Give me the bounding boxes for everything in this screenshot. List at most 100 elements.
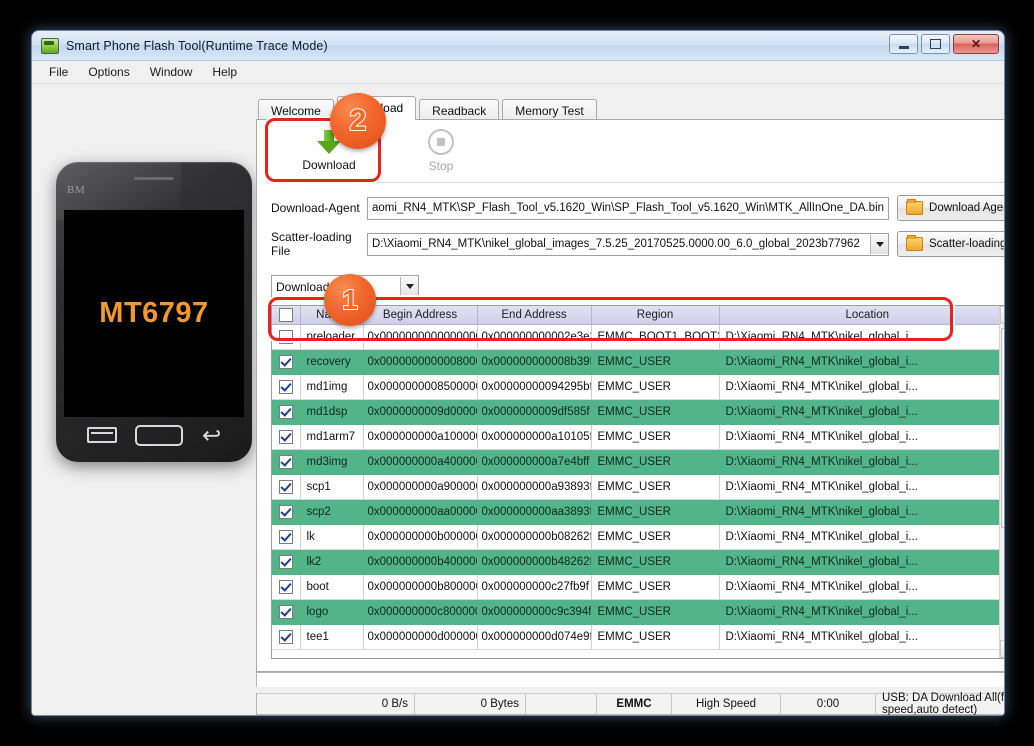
table-row[interactable]: preloader 0x0000000000000000 0x00000000000… xyxy=(272,324,1004,350)
cell-end-address: 0x000000000d074e9f xyxy=(477,624,592,650)
chevron-down-icon[interactable] xyxy=(870,234,889,254)
minimize-button[interactable] xyxy=(889,34,918,54)
row-checkbox-cell[interactable] xyxy=(272,524,301,550)
row-checkbox[interactable] xyxy=(278,605,293,619)
menu-item-help[interactable]: Help xyxy=(203,63,246,81)
partition-table-grid: Name Begin Address End Address Region Lo… xyxy=(272,306,1004,650)
row-checkbox-cell[interactable] xyxy=(272,499,301,525)
tab-welcome[interactable]: Welcome xyxy=(258,99,334,121)
table-row[interactable]: logo 0x000000000c800000 0x000000000c9c394f… xyxy=(272,599,1004,625)
table-row[interactable]: md1arm7 0x000000000a100000 0x000000000a101… xyxy=(272,424,1004,450)
cell-name: logo xyxy=(300,599,364,625)
cell-location: D:\Xiaomi_RN4_MTK\nikel_global_i... xyxy=(719,324,1004,350)
table-row[interactable]: scp2 0x000000000aa00000 0x000000000aa3893f… xyxy=(272,499,1004,525)
phone-illustration: BM MT6797 ↪ xyxy=(56,162,252,462)
close-button[interactable]: ✕ xyxy=(953,34,999,54)
row-checkbox-cell[interactable] xyxy=(272,374,301,400)
table-row[interactable]: md1img 0x0000000008500000 0x00000000094295… xyxy=(272,374,1004,400)
row-checkbox[interactable] xyxy=(278,380,293,394)
download-agent-input[interactable]: aomi_RN4_MTK\SP_Flash_Tool_v5.1620_Win\S… xyxy=(367,196,890,220)
row-checkbox-cell[interactable] xyxy=(272,399,301,425)
menu-item-window[interactable]: Window xyxy=(141,63,202,81)
download-agent-browse-button[interactable]: Download Agent xyxy=(897,195,1004,221)
select-all-checkbox[interactable] xyxy=(278,308,293,322)
row-checkbox-cell[interactable] xyxy=(272,549,301,575)
window-title: Smart Phone Flash Tool(Runtime Trace Mod… xyxy=(66,38,328,53)
scatter-file-browse-button[interactable]: Scatter-loading xyxy=(897,231,1004,257)
cell-begin-address: 0x0000000000000000 xyxy=(363,324,478,350)
row-checkbox-cell[interactable] xyxy=(272,624,301,650)
cell-end-address: 0x000000000a7e4bff xyxy=(477,449,592,475)
tab-memory-test[interactable]: Memory Test xyxy=(502,99,597,121)
chevron-down-icon[interactable] xyxy=(400,277,418,296)
table-body: preloader 0x0000000000000000 0x00000000000… xyxy=(272,324,1004,650)
table-row[interactable]: lk2 0x000000000b400000 0x000000000b48262f E… xyxy=(272,549,1004,575)
scroll-down-icon[interactable] xyxy=(1000,640,1004,658)
row-checkbox[interactable] xyxy=(278,530,293,544)
stop-button[interactable]: Stop xyxy=(385,124,497,178)
progress-bar xyxy=(256,672,1004,687)
table-row[interactable]: recovery 0x0000000000008000 0x000000000008… xyxy=(272,349,1004,375)
row-checkbox-cell[interactable] xyxy=(272,349,301,375)
menu-item-options[interactable]: Options xyxy=(79,63,138,81)
mode-row: Download Only xyxy=(267,273,1004,305)
cell-location: D:\Xiaomi_RN4_MTK\nikel_global_i... xyxy=(719,474,1004,500)
menu-item-file[interactable]: File xyxy=(40,63,77,81)
row-checkbox[interactable] xyxy=(278,330,293,344)
header-select-all[interactable] xyxy=(272,306,301,325)
table-row[interactable]: boot 0x000000000b800000 0x000000000c27fb9f… xyxy=(272,574,1004,600)
header-begin-address[interactable]: Begin Address xyxy=(363,306,478,325)
cell-region: EMMC_USER xyxy=(591,424,720,450)
cell-region: EMMC_USER xyxy=(591,399,720,425)
row-checkbox[interactable] xyxy=(278,505,293,519)
phone-screen: MT6797 xyxy=(64,210,244,417)
status-bytes: 0 Bytes xyxy=(415,694,526,714)
device-preview-panel: BM MT6797 ↪ xyxy=(32,84,256,715)
cell-end-address: 0x000000000c9c394f xyxy=(477,599,592,625)
cell-name: scp2 xyxy=(300,499,364,525)
cell-begin-address: 0x000000000a400000 xyxy=(363,449,478,475)
maximize-button[interactable] xyxy=(921,34,950,54)
scatter-file-label: Scatter-loading File xyxy=(271,230,352,258)
row-checkbox[interactable] xyxy=(278,630,293,644)
row-checkbox[interactable] xyxy=(278,455,293,469)
row-checkbox-cell[interactable] xyxy=(272,599,301,625)
header-end-address[interactable]: End Address xyxy=(477,306,592,325)
scatter-file-input[interactable]: D:\Xiaomi_RN4_MTK\nikel_global_images_7.… xyxy=(367,232,890,256)
cell-name: md1arm7 xyxy=(300,424,364,450)
row-checkbox[interactable] xyxy=(278,405,293,419)
header-region[interactable]: Region xyxy=(591,306,720,325)
annotation-badge-1-label: 1 xyxy=(341,283,359,316)
table-header-row: Name Begin Address End Address Region Lo… xyxy=(272,306,1004,325)
back-icon: ↪ xyxy=(201,421,221,448)
maximize-icon xyxy=(930,39,941,49)
cell-end-address: 0x000000000a10105f xyxy=(477,424,592,450)
cell-location: D:\Xiaomi_RN4_MTK\nikel_global_i... xyxy=(719,349,1004,375)
cell-region: EMMC_BOOT1_BOOT2 xyxy=(591,324,720,350)
cell-region: EMMC_USER xyxy=(591,624,720,650)
row-checkbox[interactable] xyxy=(278,430,293,444)
row-checkbox[interactable] xyxy=(278,355,293,369)
table-row[interactable]: tee1 0x000000000d000000 0x000000000d074e9f… xyxy=(272,624,1004,650)
cell-end-address: 0x00000000094295bf xyxy=(477,374,592,400)
row-checkbox[interactable] xyxy=(278,555,293,569)
row-checkbox-cell[interactable] xyxy=(272,474,301,500)
row-checkbox-cell[interactable] xyxy=(272,424,301,450)
header-location[interactable]: Location xyxy=(719,306,1004,325)
row-checkbox-cell[interactable] xyxy=(272,449,301,475)
table-row[interactable]: md3img 0x000000000a400000 0x000000000a7e4b… xyxy=(272,449,1004,475)
phone-nav-bar: ↪ xyxy=(56,418,252,452)
row-checkbox[interactable] xyxy=(278,480,293,494)
table-vertical-scrollbar[interactable] xyxy=(999,306,1004,658)
row-checkbox[interactable] xyxy=(278,580,293,594)
table-row[interactable]: scp1 0x000000000a900000 0x000000000a93893f… xyxy=(272,474,1004,500)
cell-name: md1img xyxy=(300,374,364,400)
table-row[interactable]: lk 0x000000000b000000 0x000000000b08262f EM… xyxy=(272,524,1004,550)
row-checkbox-cell[interactable] xyxy=(272,324,301,350)
tab-readback[interactable]: Readback xyxy=(419,99,500,121)
scroll-thumb[interactable] xyxy=(1001,328,1004,528)
cell-location: D:\Xiaomi_RN4_MTK\nikel_global_i... xyxy=(719,449,1004,475)
scroll-up-icon[interactable] xyxy=(1000,306,1004,324)
row-checkbox-cell[interactable] xyxy=(272,574,301,600)
table-row[interactable]: md1dsp 0x0000000009d00000 0x0000000009df58… xyxy=(272,399,1004,425)
